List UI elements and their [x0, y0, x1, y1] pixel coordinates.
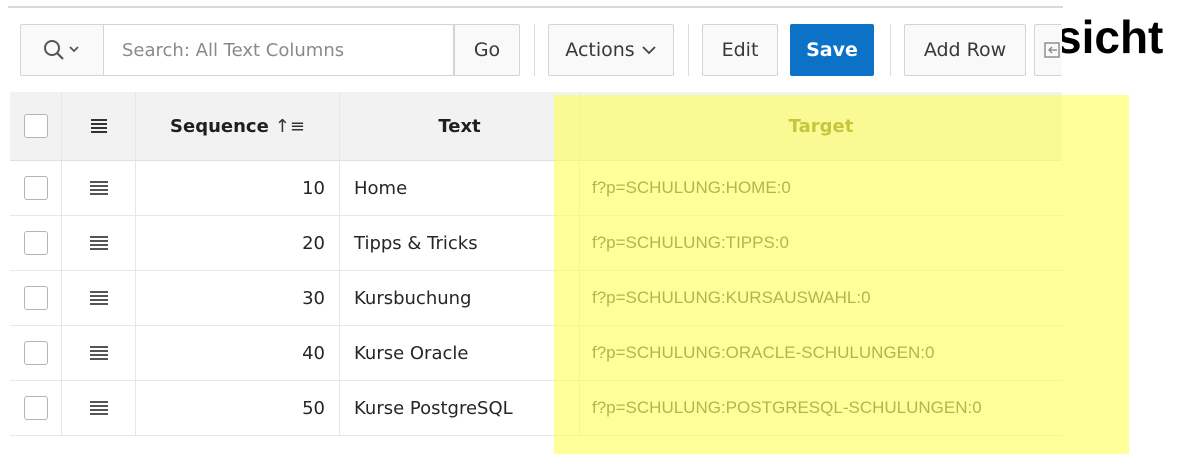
reset-icon [1044, 42, 1060, 58]
row-selector-cell [10, 381, 62, 435]
row-actions-cell [62, 326, 136, 380]
cell-target[interactable]: f?p=SCHULUNG:TIPPS:0 [580, 216, 1062, 270]
chevron-down-icon [642, 46, 656, 55]
row-actions-cell [62, 216, 136, 270]
cell-sequence[interactable]: 30 [136, 271, 340, 325]
row-actions-menu-icon[interactable] [89, 291, 108, 305]
row-actions-menu-icon[interactable] [89, 181, 108, 195]
search-input[interactable] [104, 24, 454, 76]
save-button[interactable]: Save [790, 24, 874, 76]
grid-toolbar: Go Actions Edit Save Add Row [0, 10, 1062, 90]
cell-text[interactable]: Kurse Oracle [340, 326, 580, 380]
cell-sequence[interactable]: 50 [136, 381, 340, 435]
sort-ascending-icon: ↑≡ [274, 115, 305, 137]
cell-target[interactable]: f?p=SCHULUNG:KURSAUSWAHL:0 [580, 271, 1062, 325]
row-selector-cell [10, 271, 62, 325]
search-column-menu-button[interactable] [20, 24, 104, 76]
table-row[interactable]: 40 Kurse Oracle f?p=SCHULUNG:ORACLE-SCHU… [10, 326, 1062, 381]
cell-sequence[interactable]: 10 [136, 161, 340, 215]
row-menu-header [62, 92, 136, 160]
reset-button[interactable] [1034, 24, 1062, 76]
edit-button[interactable]: Edit [702, 24, 778, 76]
column-header-label: Text [438, 115, 481, 137]
table-row[interactable]: 30 Kursbuchung f?p=SCHULUNG:KURSAUSWAHL:… [10, 271, 1062, 326]
row-checkbox[interactable] [23, 341, 48, 365]
row-actions-cell [62, 271, 136, 325]
search-icon [44, 40, 79, 60]
table-row[interactable]: 10 Home f?p=SCHULUNG:HOME:0 [10, 161, 1062, 216]
toolbar-divider [534, 24, 535, 76]
table-row[interactable]: 20 Tipps & Tricks f?p=SCHULUNG:TIPPS:0 [10, 216, 1062, 271]
row-checkbox[interactable] [23, 176, 48, 200]
go-button[interactable]: Go [454, 24, 520, 76]
interactive-grid: Sequence ↑≡ Text Target 10 Home f?p=SCHU… [10, 92, 1062, 436]
background-title-fragment-right: sicht [1056, 11, 1164, 63]
row-checkbox[interactable] [23, 286, 48, 310]
select-all-cell [10, 92, 62, 160]
grid-header-row: Sequence ↑≡ Text Target [10, 92, 1062, 161]
column-header-sequence[interactable]: Sequence ↑≡ [136, 92, 340, 160]
column-header-label: Target [788, 115, 854, 137]
cell-target[interactable]: f?p=SCHULUNG:ORACLE-SCHULUNGEN:0 [580, 326, 1062, 380]
row-actions-cell [62, 381, 136, 435]
cell-target[interactable]: f?p=SCHULUNG:HOME:0 [580, 161, 1062, 215]
top-divider [8, 6, 1063, 8]
cell-target[interactable]: f?p=SCHULUNG:POSTGRESQL-SCHULUNGEN:0 [580, 381, 1062, 435]
add-row-button[interactable]: Add Row [904, 24, 1026, 76]
actions-label: Actions [565, 39, 635, 61]
toolbar-divider [890, 24, 891, 76]
row-actions-menu-icon[interactable] [89, 346, 108, 360]
actions-menu-button[interactable]: Actions [548, 24, 674, 76]
cell-text[interactable]: Tipps & Tricks [340, 216, 580, 270]
cell-text[interactable]: Home [340, 161, 580, 215]
row-actions-menu-icon[interactable] [89, 401, 108, 415]
row-selector-cell [10, 161, 62, 215]
row-selector-cell [10, 326, 62, 380]
cell-text[interactable]: Kursbuchung [340, 271, 580, 325]
cell-text[interactable]: Kurse PostgreSQL [340, 381, 580, 435]
cell-sequence[interactable]: 20 [136, 216, 340, 270]
row-checkbox[interactable] [23, 231, 48, 255]
hamburger-icon [90, 119, 107, 133]
row-checkbox[interactable] [23, 396, 48, 420]
column-header-target[interactable]: Target [580, 92, 1062, 160]
select-all-checkbox[interactable] [23, 114, 48, 138]
column-header-text[interactable]: Text [340, 92, 580, 160]
row-selector-cell [10, 216, 62, 270]
toolbar-divider [688, 24, 689, 76]
row-actions-cell [62, 161, 136, 215]
table-row[interactable]: 50 Kurse PostgreSQL f?p=SCHULUNG:POSTGRE… [10, 381, 1062, 436]
column-header-label: Sequence [170, 115, 269, 137]
cell-sequence[interactable]: 40 [136, 326, 340, 380]
row-actions-menu-icon[interactable] [89, 236, 108, 250]
